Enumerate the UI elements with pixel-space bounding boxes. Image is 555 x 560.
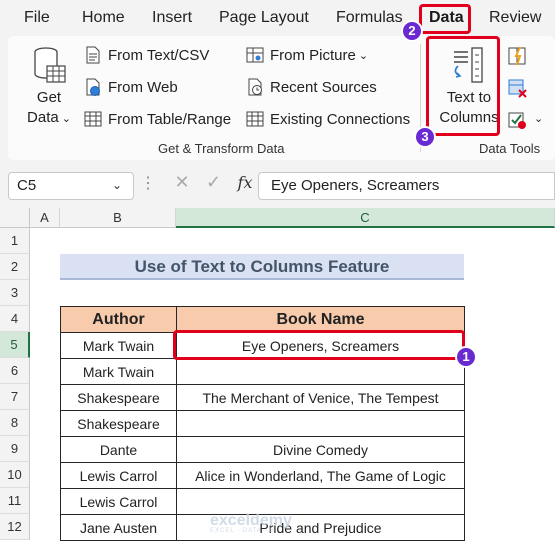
from-picture-label: From Picture: [270, 46, 356, 64]
enter-icon[interactable]: ✓: [206, 172, 221, 192]
insert-function-icon[interactable]: fx: [238, 173, 253, 192]
column-header-b[interactable]: B: [60, 208, 176, 228]
text-file-icon: [86, 46, 100, 64]
author-cell[interactable]: Shakespeare: [60, 410, 177, 437]
author-cell[interactable]: Lewis Carrol: [60, 488, 177, 515]
row-header-4[interactable]: 4: [0, 306, 30, 332]
connections-icon: [246, 111, 264, 127]
menu-review[interactable]: Review: [489, 9, 541, 27]
book-cell[interactable]: Divine Comedy: [176, 436, 465, 463]
header-author[interactable]: Author: [60, 306, 177, 333]
sheet-title[interactable]: Use of Text to Columns Feature: [60, 254, 464, 280]
chevron-down-icon[interactable]: ⌄: [534, 112, 543, 125]
row-header-9[interactable]: 9: [0, 436, 30, 462]
formula-input[interactable]: Eye Openers, Screamers: [258, 172, 555, 200]
globe-icon: [86, 78, 100, 96]
exceldemy-watermark: exceldemy EXCEL · DATA · BI: [210, 512, 292, 534]
from-text-csv-label: From Text/CSV: [108, 46, 210, 64]
book-cell[interactable]: [176, 410, 465, 437]
row-header-5[interactable]: 5: [0, 332, 30, 358]
flash-fill-icon[interactable]: [508, 46, 528, 66]
author-cell[interactable]: Lewis Carrol: [60, 462, 177, 489]
cancel-icon[interactable]: ✕: [174, 172, 189, 192]
from-text-csv-button[interactable]: From Text/CSV: [84, 46, 209, 64]
menu-formulas[interactable]: Formulas: [336, 9, 403, 27]
header-book-name[interactable]: Book Name: [176, 306, 465, 333]
group-label-get-transform: Get & Transform Data: [158, 141, 285, 156]
row-header-8[interactable]: 8: [0, 410, 30, 436]
row-header-10[interactable]: 10: [0, 462, 30, 488]
author-cell[interactable]: Shakespeare: [60, 384, 177, 411]
step-badge-2: 2: [401, 20, 423, 42]
from-web-button[interactable]: From Web: [84, 78, 178, 96]
row-header-2[interactable]: 2: [0, 254, 30, 280]
table-row: Mark Twain: [60, 358, 465, 385]
from-picture-button[interactable]: From Picture ⌄: [246, 46, 368, 64]
table-row: Lewis Carrol: [60, 488, 465, 515]
from-table-range-label: From Table/Range: [108, 110, 232, 128]
recent-sources-icon: [248, 78, 262, 96]
author-cell[interactable]: Mark Twain: [60, 332, 177, 359]
chevron-down-icon: ⌄: [358, 49, 369, 62]
menu-bar: File Home Insert Page Layout Formulas Da…: [0, 0, 555, 36]
book-cell[interactable]: The Merchant of Venice, The Tempest: [176, 384, 465, 411]
table-row: Dante Divine Comedy: [60, 436, 465, 463]
table-icon: [84, 111, 102, 127]
row-header-11[interactable]: 11: [0, 488, 30, 514]
chevron-down-icon[interactable]: ⌄: [112, 178, 122, 192]
menu-home[interactable]: Home: [82, 9, 125, 27]
table-row: Shakespeare: [60, 410, 465, 437]
data-validation-icon[interactable]: [508, 110, 528, 130]
author-cell[interactable]: Dante: [60, 436, 177, 463]
existing-connections-label: Existing Connections: [270, 110, 411, 128]
from-table-range-button[interactable]: From Table/Range: [84, 110, 231, 128]
remove-duplicates-icon[interactable]: [508, 78, 528, 98]
table-row: Lewis Carrol Alice in Wonderland, The Ga…: [60, 462, 465, 489]
book-cell[interactable]: [176, 358, 465, 385]
author-cell[interactable]: Jane Austen: [60, 514, 177, 541]
get-data-label: Get Data ⌄: [27, 89, 71, 126]
more-icon[interactable]: ⋮: [140, 175, 156, 192]
highlight-data-tab: [419, 4, 471, 34]
step-badge-1: 1: [455, 346, 477, 368]
highlight-cell-c5: [173, 330, 465, 360]
highlight-text-to-columns: [426, 36, 500, 136]
menu-file[interactable]: File: [24, 9, 50, 27]
column-header-c[interactable]: C: [176, 208, 555, 228]
column-header-a[interactable]: A: [30, 208, 60, 228]
recent-sources-button[interactable]: Recent Sources: [246, 78, 377, 96]
row-header-6[interactable]: 6: [0, 358, 30, 384]
step-badge-3: 3: [414, 126, 436, 148]
table-header-row: Author Book Name: [60, 306, 465, 333]
existing-connections-button[interactable]: Existing Connections: [246, 110, 410, 128]
get-data-button[interactable]: Get Data ⌄: [24, 44, 78, 134]
from-web-label: From Web: [108, 78, 178, 96]
row-header-1[interactable]: 1: [0, 228, 30, 254]
row-header-7[interactable]: 7: [0, 384, 30, 410]
table-row: Shakespeare The Merchant of Venice, The …: [60, 384, 465, 411]
menu-page-layout[interactable]: Page Layout: [219, 9, 309, 27]
menu-insert[interactable]: Insert: [152, 9, 192, 27]
picture-icon: [246, 47, 264, 63]
row-header-12[interactable]: 12: [0, 514, 30, 540]
database-icon: [34, 47, 66, 83]
book-cell[interactable]: [176, 488, 465, 515]
group-label-data-tools: Data Tools: [479, 141, 541, 156]
chevron-down-icon: ⌄: [58, 113, 71, 125]
row-header-3[interactable]: 3: [0, 280, 30, 306]
select-all-corner[interactable]: [0, 208, 30, 228]
book-cell[interactable]: Alice in Wonderland, The Game of Logic: [176, 462, 465, 489]
recent-sources-label: Recent Sources: [270, 78, 377, 96]
author-cell[interactable]: Mark Twain: [60, 358, 177, 385]
formula-controls: ⋮ ✕ ✓ fx: [140, 172, 253, 193]
